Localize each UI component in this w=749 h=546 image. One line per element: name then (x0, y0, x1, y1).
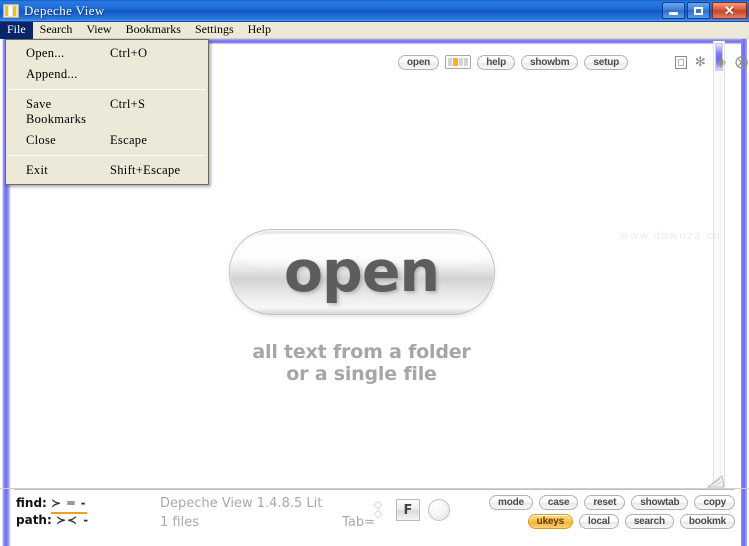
path-label: path: (16, 513, 52, 527)
bookmk-button[interactable]: bookmk (679, 514, 735, 529)
menu-bar: File Search View Bookmarks Settings Help (0, 21, 749, 39)
menu-item-append[interactable]: Append... (6, 64, 208, 85)
status-right-strip (741, 489, 747, 546)
menu-item-open-label: Open... (26, 46, 65, 60)
font-button[interactable]: F (396, 499, 420, 521)
file-dropdown-menu: Open... Ctrl+O Append... Save Bookmarks … (5, 39, 209, 185)
find-path-fields: find: ≻ ═ - path: ≻≺ - (16, 495, 89, 529)
open-logo-label: open (283, 238, 440, 305)
minimize-button[interactable] (662, 2, 685, 19)
application-window: Depeche View ✕ File Search View Bookmark… (0, 0, 749, 546)
mode-button[interactable]: mode (489, 495, 533, 510)
subtitle-line-2: or a single file (286, 363, 437, 386)
find-label: find: (16, 496, 47, 510)
scrollbar-track (718, 75, 721, 486)
case-button[interactable]: case (538, 495, 579, 510)
main-subtitle: all text from a folder or a single file (252, 341, 470, 386)
status-divider (14, 489, 735, 490)
status-button-row-2: ukeys local search bookmk (527, 514, 735, 529)
menu-item-exit[interactable]: Exit Shift+Escape (6, 160, 208, 181)
window-controls: ✕ (662, 2, 747, 19)
shuffle-x-icon[interactable]: ⨂ (734, 54, 749, 70)
dotted-ring-icon[interactable]: ✻ (693, 54, 708, 70)
menu-item-save-bookmarks-label: Save Bookmarks (26, 97, 87, 126)
menu-item-save-bookmarks[interactable]: Save Bookmarks Ctrl+S (6, 94, 208, 130)
layout-panels-icon[interactable] (445, 55, 472, 69)
status-button-row-1: mode case reset showtab copy (489, 495, 735, 510)
find-row[interactable]: find: ≻ ═ - (16, 495, 89, 514)
minimize-icon (669, 12, 678, 15)
menu-item-append-label: Append... (26, 67, 78, 81)
status-info: Depeche View 1.4.8.5 Lit 1 files Tab= (160, 494, 375, 532)
title-bar: Depeche View ✕ (0, 0, 749, 22)
find-value: ≻ ═ - (51, 496, 87, 510)
menu-item-exit-label: Exit (26, 163, 49, 177)
menu-item-exit-accel: Shift+Escape (110, 163, 181, 177)
menu-item-open-accel: Ctrl+O (110, 46, 148, 60)
circle-toggle-icon[interactable] (428, 499, 450, 521)
menu-item-open[interactable]: Open... Ctrl+O (6, 43, 208, 64)
menu-file[interactable]: File (0, 21, 33, 39)
files-count-label: 1 files (160, 515, 199, 530)
menu-bookmarks-label: Bookmarks (125, 22, 181, 36)
vertical-scrollbar-right[interactable] (741, 39, 747, 488)
local-button[interactable]: local (579, 514, 619, 529)
toolbar-help-button[interactable]: help (477, 54, 516, 70)
menu-item-close[interactable]: Close Escape (6, 130, 208, 151)
menu-item-close-accel: Escape (110, 133, 148, 147)
copy-button[interactable]: copy (694, 495, 735, 510)
menu-bookmarks[interactable]: Bookmarks (119, 22, 188, 39)
close-icon: ✕ (724, 2, 735, 18)
toolbar-open-button[interactable]: open (398, 54, 440, 70)
version-label: Depeche View 1.4.8.5 Lit (160, 496, 323, 511)
menu-settings[interactable]: Settings (188, 22, 241, 39)
status-button-grid: mode case reset showtab copy ukeys local… (489, 495, 735, 529)
subtitle-line-1: all text from a folder (252, 341, 471, 363)
menu-separator-1 (9, 89, 205, 90)
search-button[interactable]: search (624, 514, 674, 529)
menu-view-label: View (86, 22, 112, 36)
maximize-button[interactable] (687, 2, 710, 19)
window-title: Depeche View (24, 2, 105, 18)
app-bars-icon (3, 3, 19, 18)
menu-item-save-bookmarks-accel: Ctrl+S (110, 97, 146, 111)
restore-icon (694, 6, 703, 15)
ukeys-button[interactable]: ukeys (527, 514, 574, 529)
menu-settings-label: Settings (194, 22, 234, 36)
menu-search-label: Search (39, 22, 73, 36)
open-logo-button[interactable]: open (228, 229, 495, 315)
menu-search[interactable]: Search (33, 22, 80, 39)
menu-help-label: Help (247, 22, 271, 36)
toolbar-showbm-button[interactable]: showbm (521, 54, 579, 70)
menu-file-label: File (7, 22, 26, 36)
path-value: ≻≺ - (55, 513, 90, 527)
showtab-button[interactable]: showtab (631, 495, 689, 510)
window-square-icon[interactable] (674, 55, 687, 69)
menu-item-append-accel (110, 67, 202, 82)
menu-separator-2 (9, 155, 205, 156)
diamond-arrows-icon[interactable]: ◈ (714, 54, 729, 70)
find-caret-underline (51, 512, 87, 514)
close-button[interactable]: ✕ (712, 2, 747, 19)
toolbar-setup-button[interactable]: setup (584, 54, 629, 70)
path-row[interactable]: path: ≻≺ - (16, 512, 89, 529)
menu-help[interactable]: Help (241, 22, 278, 39)
sort-chevrons-icon[interactable]: ◇ ◇ (368, 497, 388, 523)
status-widgets: ◇ ◇ F (368, 497, 450, 523)
menu-view[interactable]: View (79, 22, 118, 39)
find-input[interactable]: ≻ ═ - (51, 495, 87, 514)
vertical-scrollbar-secondary[interactable] (713, 41, 725, 486)
status-bar: find: ≻ ═ - path: ≻≺ - Depeche View 1.4.… (0, 475, 749, 546)
reset-button[interactable]: reset (584, 495, 626, 510)
status-left-strip (2, 489, 11, 546)
resize-grip-icon[interactable] (707, 475, 725, 488)
menu-item-close-label: Close (26, 133, 56, 147)
